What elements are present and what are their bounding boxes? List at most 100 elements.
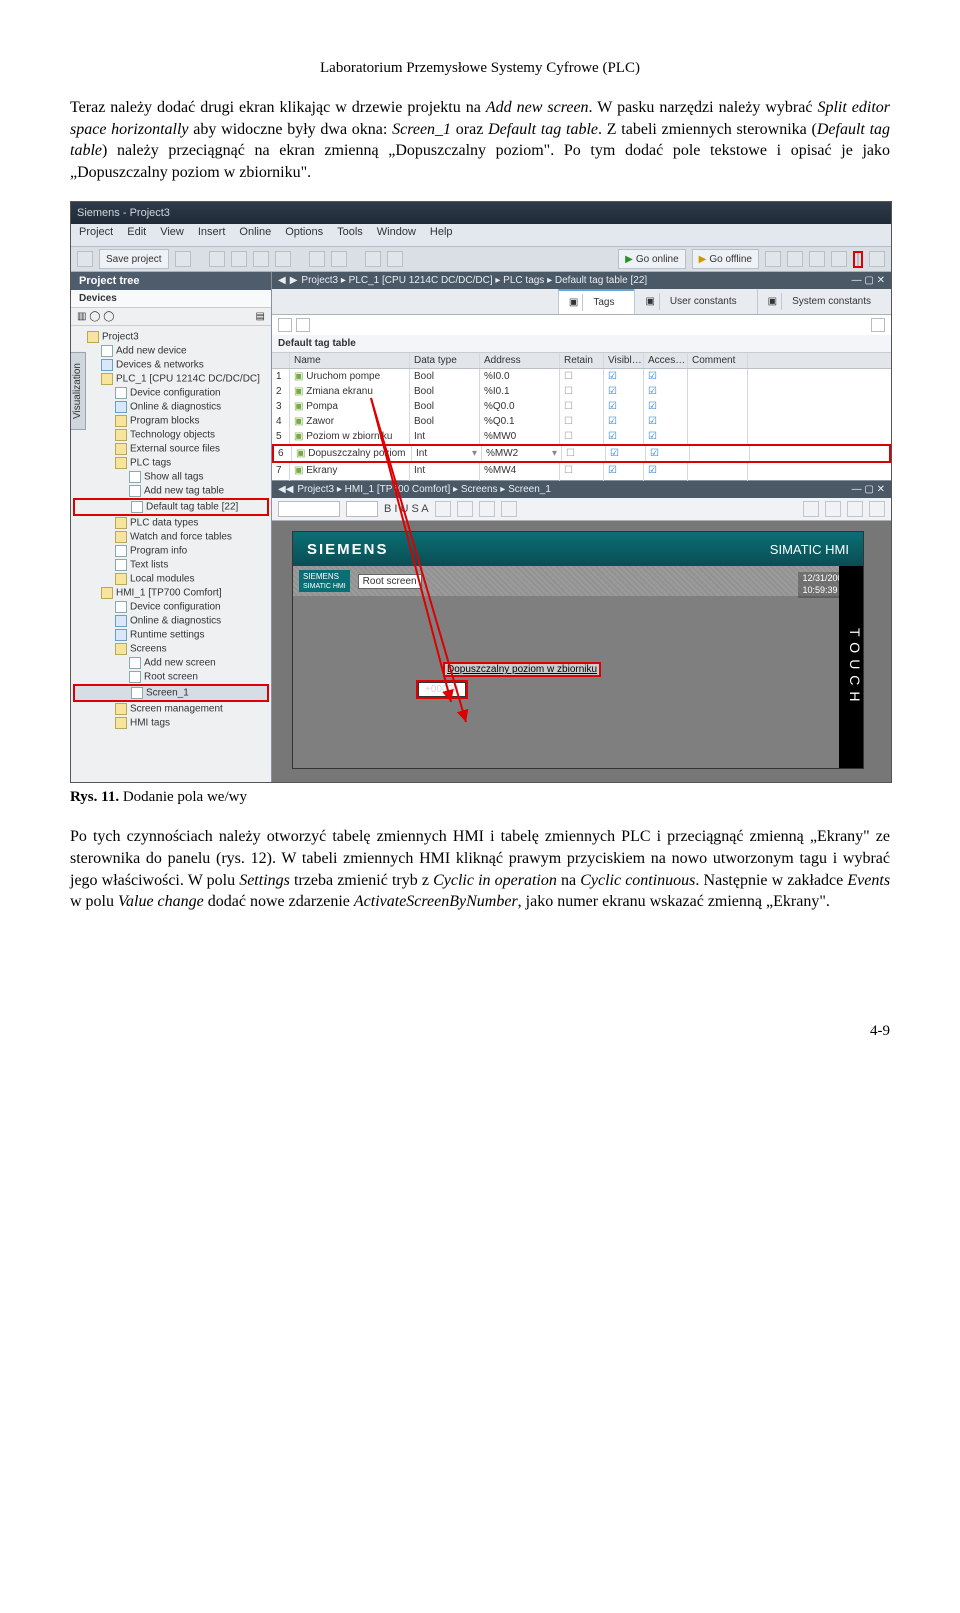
format-buttons[interactable]: B I U S A — [384, 503, 429, 515]
tree-node[interactable]: HMI tags — [73, 716, 269, 730]
tree-node[interactable]: Default tag table [22] — [73, 498, 269, 516]
font-select[interactable] — [278, 501, 340, 517]
tree-node[interactable]: PLC_1 [CPU 1214C DC/DC/DC] — [73, 372, 269, 386]
download-icon[interactable] — [365, 251, 381, 267]
toolbar[interactable]: Save project ▶Go online ▶Go offline — [71, 247, 891, 272]
toolbar-icon[interactable] — [296, 318, 310, 332]
tree-node[interactable]: Add new tag table — [73, 484, 269, 498]
color-icon[interactable] — [479, 501, 495, 517]
toolbar-icon[interactable] — [825, 501, 841, 517]
tree-node[interactable]: Text lists — [73, 558, 269, 572]
go-offline-button[interactable]: ▶Go offline — [692, 249, 759, 269]
split-horizontal-button[interactable] — [853, 251, 863, 268]
tree-node[interactable]: Online & diagnostics — [73, 614, 269, 628]
back-icon[interactable]: ◀ — [278, 275, 286, 286]
tree-node[interactable]: Runtime settings — [73, 628, 269, 642]
menu-options[interactable]: Options — [285, 226, 323, 244]
table-row[interactable]: 2▣ Zmiana ekranuBool%I0.1 — [272, 384, 891, 399]
table-row[interactable]: 4▣ ZaworBool%Q0.1 — [272, 414, 891, 429]
back-icon[interactable]: ◀◀ — [278, 484, 293, 495]
upload-icon[interactable] — [387, 251, 403, 267]
new-project-icon[interactable] — [77, 251, 93, 267]
menu-tools[interactable]: Tools — [337, 226, 363, 244]
toolbar-icon[interactable] — [831, 251, 847, 267]
tree-node[interactable]: Project3 — [73, 330, 269, 344]
tree-node[interactable]: Screen management — [73, 702, 269, 716]
copy-icon[interactable] — [231, 251, 247, 267]
breadcrumb-screen: ◀◀ Project3 ▸ HMI_1 [TP700 Comfort] ▸ Sc… — [272, 481, 891, 498]
go-online-button[interactable]: ▶Go online — [618, 249, 686, 269]
toolbar-icon[interactable] — [787, 251, 803, 267]
tree-node[interactable]: Watch and force tables — [73, 530, 269, 544]
tag-view-tabs[interactable]: ▣ Tags ▣ User constants ▣ System constan… — [272, 289, 891, 315]
save-project-button[interactable]: Save project — [99, 249, 169, 269]
hmi-canvas[interactable]: SIEMENS SIMATIC HMI SIEMENSSIMATIC HMI R… — [272, 521, 891, 783]
table-row[interactable]: 6▣ Dopuszczalny poziomInt ▾%MW2 ▾ — [272, 444, 891, 463]
toolbar-icon[interactable] — [803, 501, 819, 517]
undo-icon[interactable] — [309, 251, 325, 267]
tag-table-body[interactable]: 1▣ Uruchom pompeBool%I0.02▣ Zmiana ekran… — [272, 369, 891, 493]
toolbar-icon[interactable] — [809, 251, 825, 267]
tree-node[interactable]: Local modules — [73, 572, 269, 586]
paste-icon[interactable] — [253, 251, 269, 267]
tab-tags[interactable]: ▣ Tags — [558, 289, 635, 314]
toolbar-icon[interactable] — [871, 318, 885, 332]
tree-node[interactable]: Device configuration — [73, 386, 269, 400]
cut-icon[interactable] — [209, 251, 225, 267]
tree-node[interactable]: HMI_1 [TP700 Comfort] — [73, 586, 269, 600]
tab-user-constants[interactable]: ▣ User constants — [634, 289, 756, 314]
tree-node[interactable]: Program blocks — [73, 414, 269, 428]
align-center-icon[interactable] — [457, 501, 473, 517]
menu-help[interactable]: Help — [430, 226, 453, 244]
tree-node[interactable]: Show all tags — [73, 470, 269, 484]
tree-node[interactable]: PLC data types — [73, 516, 269, 530]
menu-edit[interactable]: Edit — [127, 226, 146, 244]
delete-icon[interactable] — [275, 251, 291, 267]
tree-node[interactable]: Add new device — [73, 344, 269, 358]
window-controls[interactable]: — ▢ ✕ — [852, 484, 885, 495]
menubar[interactable]: Project Edit View Insert Online Options Tools W… — [71, 224, 891, 247]
align-left-icon[interactable] — [435, 501, 451, 517]
table-row[interactable]: 1▣ Uruchom pompeBool%I0.0 — [272, 369, 891, 384]
tree-node[interactable]: External source files — [73, 442, 269, 456]
table-row[interactable]: 7▣ EkranyInt%MW4 — [272, 463, 891, 478]
table-row[interactable]: 3▣ PompaBool%Q0.0 — [272, 399, 891, 414]
fwd-icon[interactable]: ▶ — [290, 275, 298, 286]
tree-node[interactable]: Screens — [73, 642, 269, 656]
tree-node[interactable]: Program info — [73, 544, 269, 558]
menu-online[interactable]: Online — [239, 226, 271, 244]
toolbar-icon[interactable] — [847, 501, 863, 517]
size-select[interactable] — [346, 501, 378, 517]
tag-table[interactable]: Default tag table NameData typeAddressRe… — [272, 315, 891, 481]
tag-table-toolbar[interactable] — [272, 315, 891, 335]
menu-project[interactable]: Project — [79, 226, 113, 244]
split-vertical-icon[interactable] — [869, 251, 885, 267]
table-row[interactable]: 5▣ Poziom w zbiornikuInt%MW0 — [272, 429, 891, 444]
root-screen-field[interactable]: Root screen — [358, 574, 422, 589]
menu-window[interactable]: Window — [377, 226, 416, 244]
screen-editor-toolbar[interactable]: B I U S A — [272, 498, 891, 521]
menu-view[interactable]: View — [160, 226, 184, 244]
tree-node[interactable]: Device configuration — [73, 600, 269, 614]
io-field-label[interactable]: Dopuszczalny poziom w zbiorniku — [443, 662, 601, 677]
tree-node[interactable]: Devices & networks — [73, 358, 269, 372]
tree-node[interactable]: Technology objects — [73, 428, 269, 442]
redo-icon[interactable] — [331, 251, 347, 267]
fill-icon[interactable] — [501, 501, 517, 517]
project-tree[interactable]: Project3Add new deviceDevices & networks… — [71, 326, 271, 783]
toolbar-icon[interactable] — [278, 318, 292, 332]
toolbar-icon[interactable] — [765, 251, 781, 267]
tree-node[interactable]: Add new screen — [73, 656, 269, 670]
menu-insert[interactable]: Insert — [198, 226, 226, 244]
hmi-screen[interactable]: SIEMENS SIMATIC HMI SIEMENSSIMATIC HMI R… — [292, 531, 864, 769]
window-controls[interactable]: — ▢ ✕ — [852, 275, 885, 286]
tree-node[interactable]: Online & diagnostics — [73, 400, 269, 414]
toolbar-icon[interactable] — [869, 501, 885, 517]
io-field[interactable]: +00000 — [418, 682, 466, 697]
tree-node[interactable]: PLC tags — [73, 456, 269, 470]
tree-node[interactable]: Root screen — [73, 670, 269, 684]
print-icon[interactable] — [175, 251, 191, 267]
tree-node[interactable]: Screen_1 — [73, 684, 269, 702]
tab-system-constants[interactable]: ▣ System constants — [757, 289, 891, 314]
tree-toolbar[interactable]: ▥ ◯ ◯▤ — [71, 308, 271, 326]
